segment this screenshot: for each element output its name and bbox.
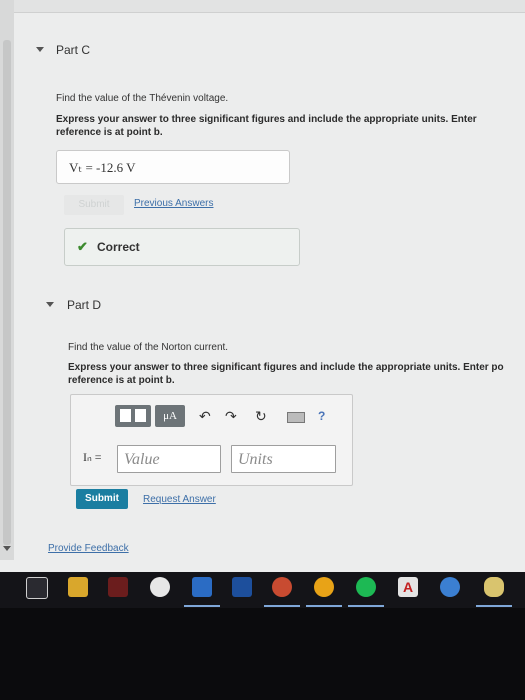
part-c-submit-button: Submit [64,195,124,215]
microphone-icon[interactable] [484,577,504,597]
reset-icon[interactable]: ↻ [255,409,267,423]
part-d-question: Find the value of the Norton current. [68,342,229,353]
scrollbar[interactable] [0,0,14,560]
collapse-part-c-icon[interactable] [36,47,44,52]
settings-icon[interactable] [26,577,48,599]
word-icon[interactable] [232,577,252,597]
app-icon[interactable] [108,577,128,597]
units-input[interactable]: Units [231,445,336,473]
help-icon[interactable]: ? [318,409,325,423]
acrobat-icon[interactable]: A [398,577,418,597]
color-picker-icon[interactable] [272,577,292,597]
redo-icon[interactable]: ↷ [225,409,237,423]
part-d-instruction-line1: Express your answer to three significant… [68,362,504,373]
request-answer-link[interactable]: Request Answer [143,494,216,505]
file-explorer-icon[interactable] [68,577,88,597]
part-c-question: Find the value of the Thévenin voltage. [56,93,229,104]
feedback-correct: Correct [97,240,140,254]
norton-current-label: Iₙ = [83,450,102,464]
value-input[interactable]: Value [117,445,221,473]
taskbar: A [0,572,525,608]
previous-answers-link[interactable]: Previous Answers [134,198,213,209]
part-c-answer-box: Vₜ = -12.6 V [56,150,290,184]
part-c-instruction-line1: Express your answer to three significant… [56,114,477,125]
part-c-answer: Vₜ = -12.6 V [69,160,136,175]
provide-feedback-link[interactable]: Provide Feedback [48,543,129,554]
units-button[interactable]: μA [155,405,185,427]
browser-content: Part C Find the value of the Thévenin vo… [0,0,525,572]
collapse-part-d-icon[interactable] [46,302,54,307]
keyboard-icon[interactable] [287,412,305,423]
part-c-title[interactable]: Part C [56,43,90,57]
answer-widget: μA ↶ ↷ ↻ ? Iₙ = Value Units [70,394,353,486]
part-d-title[interactable]: Part D [67,298,101,312]
part-d-instruction-line2: reference is at point b. [68,375,175,386]
templates-button[interactable] [115,405,151,427]
scrollbar-thumb[interactable] [3,40,11,545]
chrome-icon[interactable] [314,577,334,597]
part-c-feedback-box: ✔ Correct [64,228,300,266]
submit-button[interactable]: Submit [76,489,128,509]
outlook-icon[interactable] [192,577,212,597]
previous-part-bottom [0,0,525,13]
part-c-instruction-line2: reference is at point b. [56,127,163,138]
checkmark-icon: ✔ [77,239,88,254]
paint-icon[interactable] [150,577,170,597]
edge-icon[interactable] [440,577,460,597]
scroll-down-icon[interactable] [3,546,11,551]
spotify-icon[interactable] [356,577,376,597]
undo-icon[interactable]: ↶ [199,409,211,423]
